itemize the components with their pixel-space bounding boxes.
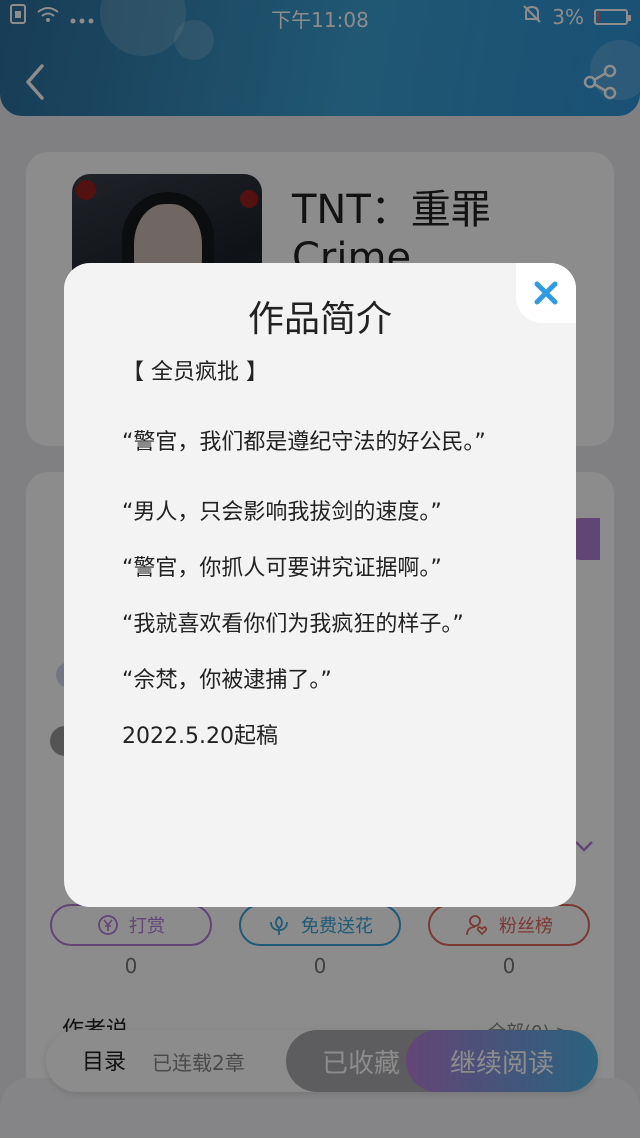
synopsis-line: “警官，我们都是遵纪守法的好公民。” [122,430,486,455]
synopsis-line: “我就喜欢看你们为我疯狂的样子。” [122,612,464,637]
synopsis-line: “佘梵，你被逮捕了。” [122,668,332,693]
synopsis-text: 【 全员疯批 】 “警官，我们都是遵纪守法的好公民。” “男人，只会影响我拔剑的… [122,356,512,776]
synopsis-line: “男人，只会影响我拔剑的速度。” [122,500,442,525]
modal-title: 作品简介 [247,299,392,340]
synopsis-line: 2022.5.20起稿 [122,724,278,749]
synopsis-line: 【 全员疯批 】 [122,360,268,385]
synopsis-line: “警官，你抓人可要讲究证据啊。” [122,556,442,581]
